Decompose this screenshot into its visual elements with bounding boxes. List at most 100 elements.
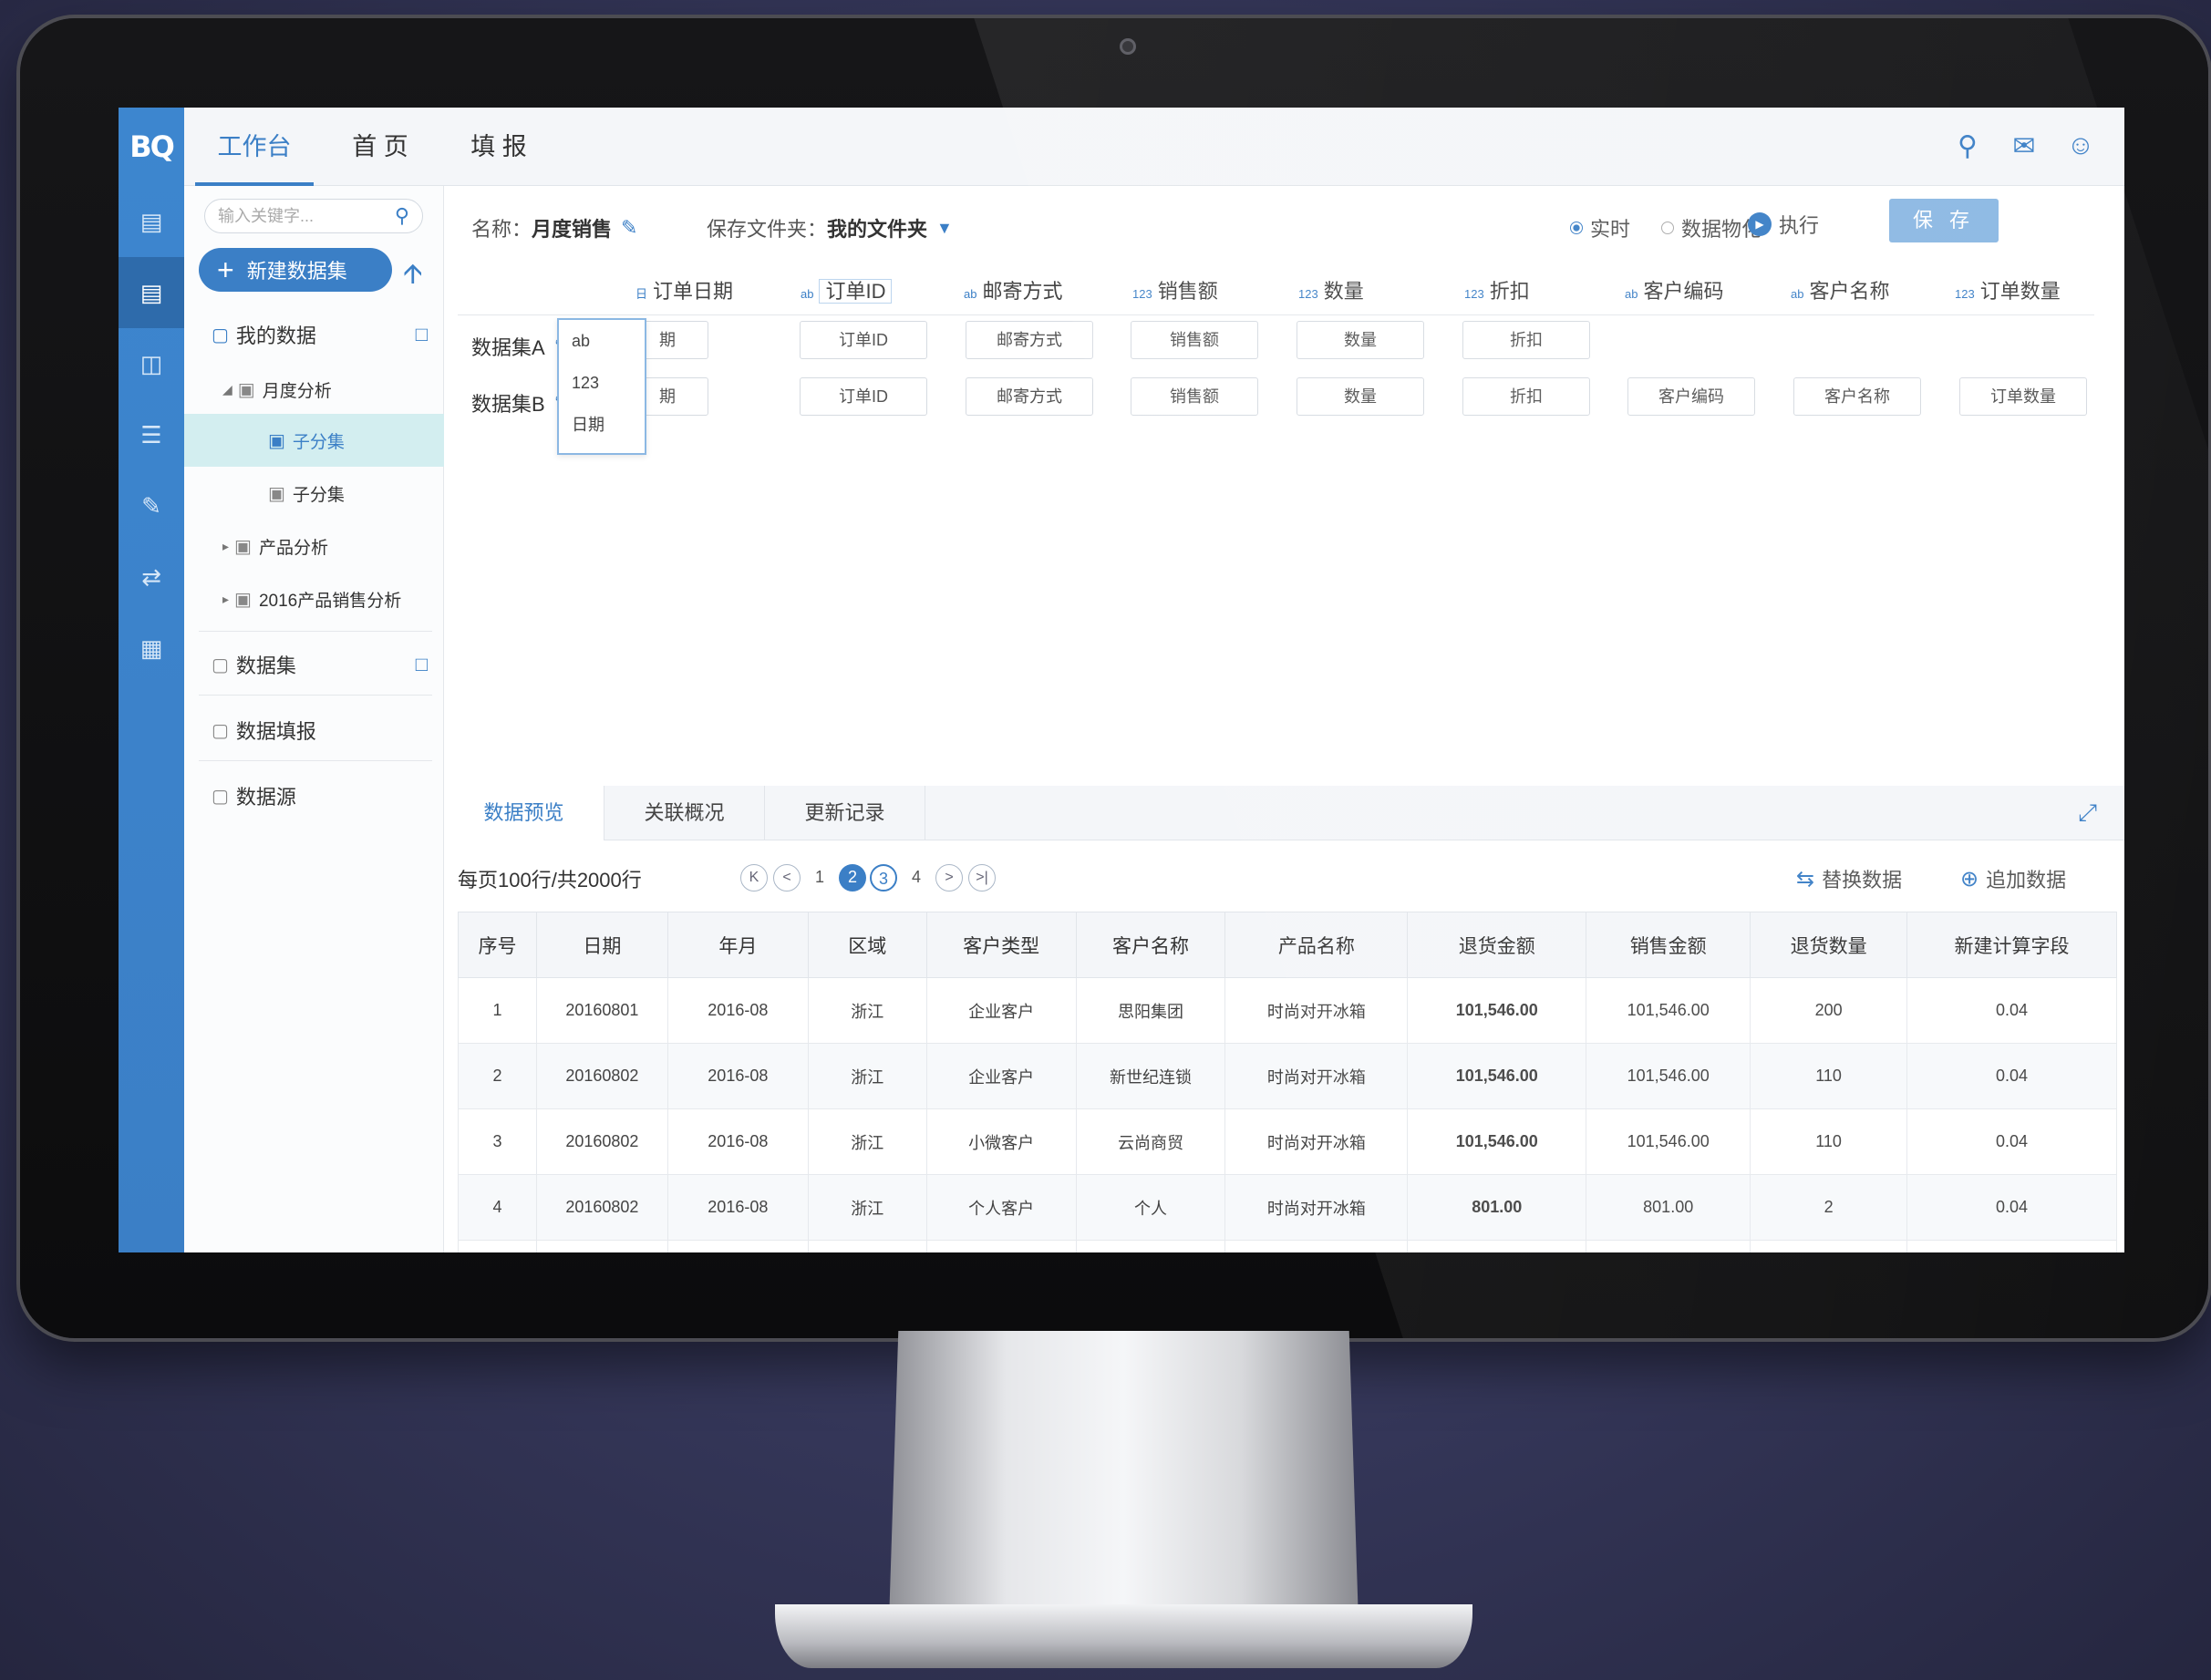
field-order-count[interactable]: 123 订单数量 [1955,275,2061,304]
upload-icon[interactable]: 🡩 [403,253,423,300]
dataset-b-cell[interactable]: 订单ID [800,377,927,416]
message-icon[interactable]: ✉ [2008,129,2041,162]
tree-sales2016[interactable]: ▸ ▣ 2016产品销售分析 [184,572,444,625]
execute-button[interactable]: ▶ 执行 [1748,210,1819,239]
tab-data-preview[interactable]: 数据预览 [444,786,604,840]
save-button[interactable]: 保 存 [1889,199,1999,242]
tree-product[interactable]: ▸ ▣ 产品分析 [184,520,444,572]
append-data-button[interactable]: ⊕ 追加数据 [1960,864,2066,893]
dataset-b-cell[interactable]: 邮寄方式 [966,377,1093,416]
tree-sources[interactable]: ▢ 数据源 [184,769,444,822]
number-type-icon[interactable]: 123 [1132,287,1152,301]
list-icon[interactable]: ☰ [119,399,184,470]
number-type-icon[interactable]: 123 [1464,287,1484,301]
column-header[interactable]: 日期 [535,912,668,978]
tab-home[interactable]: 首 页 [330,108,430,186]
dataset-b-cell[interactable]: 订单数量 [1959,377,2087,416]
date-type-icon[interactable]: 日 [635,287,647,301]
table-row[interactable]: 2 20160802 2016-08 浙江 企业客户 新世纪连锁 时尚对开冰箱 101,546… [458,1043,2117,1109]
column-header[interactable]: 产品名称 [1224,912,1409,978]
table-row[interactable]: 5201608022016-08浙江个人客户个人时尚对开冰箱801.00801.… [458,1240,2117,1252]
dataset-a-cell[interactable]: 订单ID [800,321,927,359]
transfer-icon[interactable]: ⇄ [119,541,184,613]
dataset-a-cell[interactable]: 邮寄方式 [966,321,1093,359]
new-folder-icon[interactable]: □ [416,323,428,346]
expand-right-icon[interactable]: ▸ [222,539,229,554]
radio-checked-icon[interactable] [1570,222,1583,234]
field-customer-name[interactable]: ab 客户名称 [1791,275,1889,304]
field-discount[interactable]: 123 折扣 [1464,275,1530,304]
tab-workbench[interactable]: 工作台 [195,108,314,186]
table-row[interactable]: 3 20160802 2016-08 浙江 小微客户 云尚商贸 时尚对开冰箱 101,546.… [458,1108,2117,1175]
chevron-down-icon[interactable]: ▼ [936,219,953,238]
prev-page-icon[interactable]: < [773,864,801,892]
tree-datasets[interactable]: ▢ 数据集 □ [184,638,444,691]
page-4[interactable]: 4 [903,864,930,892]
column-header[interactable]: 退货金额 [1407,912,1587,978]
type-option-text[interactable]: ab [559,320,645,362]
field-name[interactable]: 订单ID [819,279,893,304]
tree-fill[interactable]: ▢ 数据填报 [184,704,444,757]
tree-my-data[interactable]: ▢ 我的数据 □ [184,308,444,361]
user-icon[interactable]: ☺ [2064,129,2097,162]
column-header[interactable]: 客户名称 [1075,912,1226,978]
field-sales[interactable]: 123 销售额 [1132,275,1218,304]
apps-icon[interactable]: ▦ [119,613,184,684]
column-header[interactable]: 新建计算字段 [1906,912,2117,978]
column-header[interactable]: 区域 [807,912,927,978]
table-row[interactable]: 1 20160801 2016-08 浙江 企业客户 思阳集团 时尚对开冰箱 101,546.… [458,977,2117,1044]
table-row[interactable]: 4 20160802 2016-08 浙江 个人客户 个人 时尚对开冰箱 801.00 801.… [458,1174,2117,1241]
dataset-b-cell[interactable]: 折扣 [1462,377,1590,416]
folder-row[interactable]: 保存文件夹： 我的文件夹 ▼ [707,213,953,242]
page-2[interactable]: 2 [839,864,866,892]
mode-materialize[interactable]: 数据物化 [1661,213,1762,242]
first-page-icon[interactable]: K [740,864,768,892]
dataset-a-cell[interactable]: 销售额 [1131,321,1258,359]
replace-data-button[interactable]: ⇆ 替换数据 [1796,864,1902,893]
expand-right-icon[interactable]: ▸ [222,592,229,607]
mode-realtime[interactable]: 实时 [1570,213,1630,242]
next-page-icon[interactable]: > [935,864,963,892]
field-order-id[interactable]: ab 订单ID [801,275,893,304]
dataset-b-cell[interactable]: 客户名称 [1793,377,1921,416]
last-page-icon[interactable]: >| [968,864,996,892]
field-order-date[interactable]: 日订单日期 [635,275,733,304]
text-type-icon[interactable]: ab [801,287,813,301]
column-header[interactable]: 年月 [666,912,809,978]
app-logo[interactable]: BQ [119,108,184,186]
type-option-number[interactable]: 123 [559,362,645,404]
tree-monthly[interactable]: ◢ ▣ 月度分析 [184,363,444,416]
page-3[interactable]: 3 [870,864,897,892]
column-header[interactable]: 退货数量 [1750,912,1908,978]
edit-icon[interactable]: ✎ [119,470,184,541]
dataset-a-cell[interactable]: 数量 [1297,321,1424,359]
page-1[interactable]: 1 [806,864,833,892]
field-customer-code[interactable]: ab 客户编码 [1625,275,1723,304]
dataset-icon[interactable]: ▤ [119,257,184,328]
dataset-b-cell[interactable]: 数量 [1297,377,1424,416]
field-quantity[interactable]: 123 数量 [1298,275,1364,304]
tab-relation-overview[interactable]: 关联概况 [604,786,765,840]
expand-down-icon[interactable]: ◢ [222,382,232,397]
tab-fill[interactable]: 填 报 [449,108,549,186]
text-type-icon[interactable]: ab [1625,287,1638,301]
number-type-icon[interactable]: 123 [1298,287,1318,301]
tree-sub2[interactable]: ▣ 子分集 [184,467,444,520]
type-option-date[interactable]: 日期 [559,404,645,446]
field-ship-mode[interactable]: ab 邮寄方式 [964,275,1062,304]
number-type-icon[interactable]: 123 [1955,287,1975,301]
monitor-icon[interactable]: ▤ [119,186,184,257]
tree-sub1[interactable]: ▣ 子分集 [184,414,444,467]
search-input[interactable]: 输入关键字... ⚲ [204,199,423,233]
dataset-b-cell[interactable]: 销售额 [1131,377,1258,416]
edit-name-icon[interactable]: ✎ [621,216,637,240]
expand-icon[interactable]: ⤢ [2078,799,2097,828]
tab-update-log[interactable]: 更新记录 [765,786,925,840]
column-header[interactable]: 销售金额 [1586,912,1751,978]
text-type-icon[interactable]: ab [1791,287,1803,301]
dataset-a-cell[interactable]: 折扣 [1462,321,1590,359]
column-header[interactable]: 客户类型 [925,912,1077,978]
new-dataset-button[interactable]: + 新建数据集 [199,248,392,292]
search-icon[interactable]: ⚲ [395,200,409,232]
new-folder-icon[interactable]: □ [416,653,428,676]
